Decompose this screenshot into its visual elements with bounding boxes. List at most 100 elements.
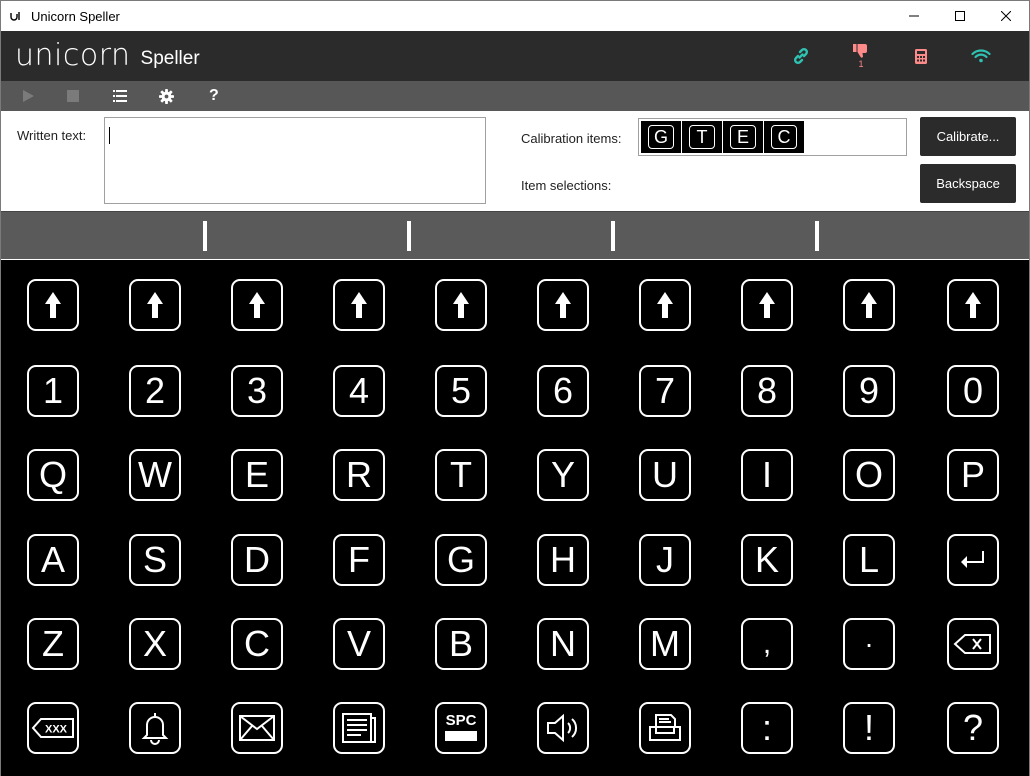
list-icon (113, 90, 127, 102)
exclamation-key[interactable]: ! (843, 702, 895, 754)
key-z[interactable]: Z (27, 618, 79, 670)
document-key[interactable] (333, 702, 385, 754)
key-a[interactable]: A (27, 534, 79, 586)
wifi-icon (971, 49, 991, 63)
shift-up-key[interactable] (129, 279, 181, 331)
delete-word-key[interactable]: XXX (27, 702, 79, 754)
key-j[interactable]: J (639, 534, 691, 586)
shift-up-key[interactable] (435, 279, 487, 331)
key-c[interactable]: C (231, 618, 283, 670)
shift-up-key[interactable] (843, 279, 895, 331)
mail-key[interactable] (231, 702, 283, 754)
list-button[interactable] (111, 81, 157, 111)
space-key[interactable]: SPC (435, 702, 487, 754)
brand-header: unicorn Speller 1 (1, 31, 1029, 81)
key-2[interactable]: 2 (129, 365, 181, 417)
key-s[interactable]: S (129, 534, 181, 586)
title-bar: Unicorn Speller (1, 1, 1029, 31)
key-h[interactable]: H (537, 534, 589, 586)
enter-key[interactable] (947, 534, 999, 586)
help-button[interactable]: ? (203, 81, 249, 111)
calibration-items-label: Calibration items: (521, 131, 622, 146)
key-b[interactable]: B (435, 618, 487, 670)
key-w[interactable]: W (129, 449, 181, 501)
logo-wordmark: unicorn (15, 38, 131, 73)
key-y[interactable]: Y (537, 449, 589, 501)
comma-key[interactable]: , (741, 618, 793, 670)
play-icon (23, 90, 34, 102)
link-icon (793, 47, 809, 65)
toolbar: ? (1, 81, 1029, 111)
key-k[interactable]: K (741, 534, 793, 586)
key-l[interactable]: L (843, 534, 895, 586)
play-button[interactable] (19, 81, 65, 111)
up-arrow-icon (349, 291, 369, 319)
key-r[interactable]: R (333, 449, 385, 501)
help-icon: ? (209, 87, 219, 104)
minimize-button[interactable] (891, 1, 937, 31)
calibration-item: E (723, 121, 763, 153)
pain-badge: 1 (858, 58, 864, 69)
key-e[interactable]: E (231, 449, 283, 501)
key-o[interactable]: O (843, 449, 895, 501)
progress-tick (611, 221, 615, 251)
signal-status[interactable] (951, 31, 1011, 81)
key-x[interactable]: X (129, 618, 181, 670)
written-text-label: Written text: (17, 128, 87, 143)
key-v[interactable]: V (333, 618, 385, 670)
written-text-field[interactable] (104, 117, 486, 204)
key-1[interactable]: 1 (27, 365, 79, 417)
stop-icon (67, 90, 79, 102)
document-icon (341, 712, 377, 744)
key-6[interactable]: 6 (537, 365, 589, 417)
shift-up-key[interactable] (27, 279, 79, 331)
shift-up-key[interactable] (537, 279, 589, 331)
shift-up-key[interactable] (231, 279, 283, 331)
key-t[interactable]: T (435, 449, 487, 501)
shift-up-key[interactable] (741, 279, 793, 331)
close-button[interactable] (983, 1, 1029, 31)
key-f[interactable]: F (333, 534, 385, 586)
key-n[interactable]: N (537, 618, 589, 670)
key-g[interactable]: G (435, 534, 487, 586)
battery-status[interactable] (891, 31, 951, 81)
key-i[interactable]: I (741, 449, 793, 501)
calibration-item: C (764, 121, 804, 153)
shift-up-key[interactable] (333, 279, 385, 331)
key-m[interactable]: M (639, 618, 691, 670)
period-key[interactable]: · (843, 618, 895, 670)
svg-text:XXX: XXX (45, 724, 68, 736)
key-3[interactable]: 3 (231, 365, 283, 417)
printer-key[interactable] (639, 702, 691, 754)
settings-button[interactable] (157, 81, 203, 111)
key-0[interactable]: 0 (947, 365, 999, 417)
backspace-key[interactable] (947, 618, 999, 670)
shift-up-key[interactable] (639, 279, 691, 331)
key-7[interactable]: 7 (639, 365, 691, 417)
input-panel: Written text: Calibration items: G T E C… (1, 111, 1029, 211)
key-8[interactable]: 8 (741, 365, 793, 417)
key-p[interactable]: P (947, 449, 999, 501)
key-5[interactable]: 5 (435, 365, 487, 417)
backspace-button[interactable]: Backspace (920, 164, 1016, 203)
pain-status[interactable]: 1 (831, 31, 891, 81)
bell-icon (140, 711, 170, 745)
key-q[interactable]: Q (27, 449, 79, 501)
question-key[interactable]: ? (947, 702, 999, 754)
speaker-key[interactable] (537, 702, 589, 754)
key-4[interactable]: 4 (333, 365, 385, 417)
flash-progress-strip (1, 211, 1029, 259)
key-9[interactable]: 9 (843, 365, 895, 417)
key-d[interactable]: D (231, 534, 283, 586)
svg-text:SPC: SPC (446, 712, 477, 729)
bell-key[interactable] (129, 702, 181, 754)
stop-button[interactable] (65, 81, 111, 111)
up-arrow-icon (963, 291, 983, 319)
link-status[interactable] (771, 31, 831, 81)
key-u[interactable]: U (639, 449, 691, 501)
colon-key[interactable]: : (741, 702, 793, 754)
up-arrow-icon (553, 291, 573, 319)
maximize-button[interactable] (937, 1, 983, 31)
shift-up-key[interactable] (947, 279, 999, 331)
calibrate-button[interactable]: Calibrate... (920, 117, 1016, 156)
